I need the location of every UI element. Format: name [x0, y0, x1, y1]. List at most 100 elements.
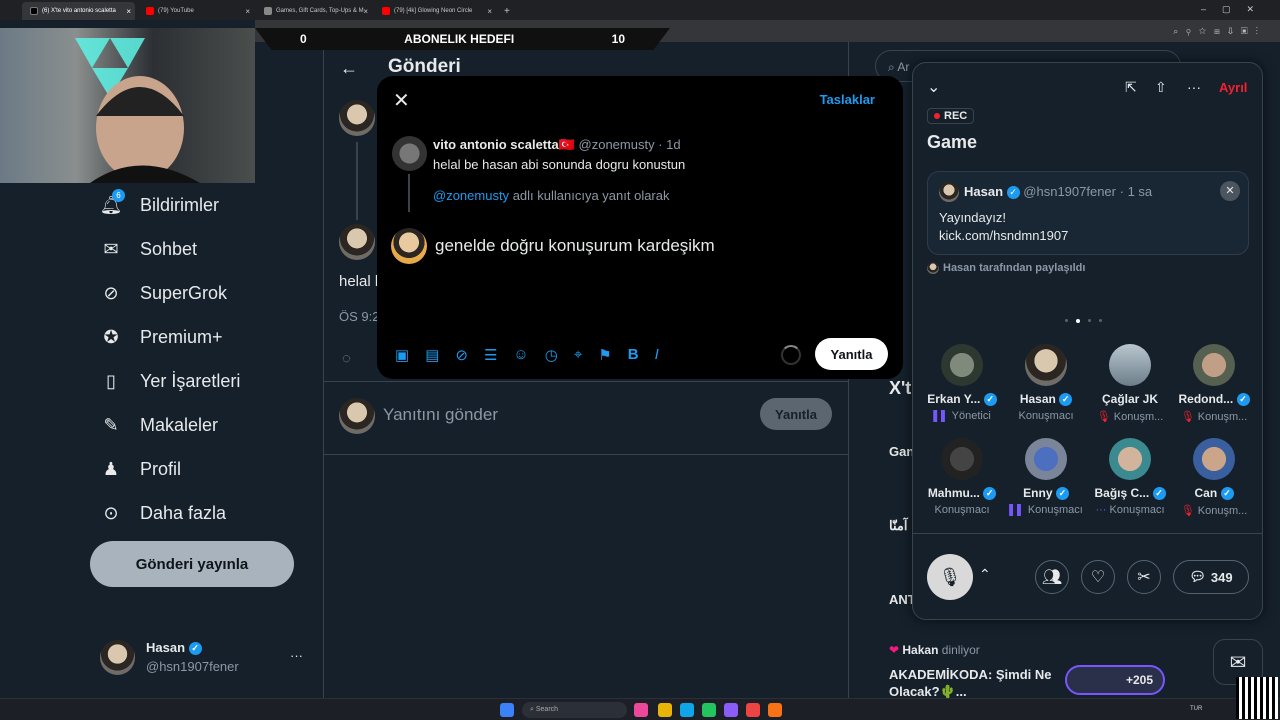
toolbar-icons[interactable]: ⌕⚲☆⊞⇩▣⋮	[1173, 26, 1266, 37]
verified-icon: ✪	[103, 326, 119, 347]
participant-role: Konuşmacı	[934, 504, 990, 517]
browser-tab-x[interactable]: (6) X'te vito antonio scaletta ×	[22, 2, 135, 20]
share-icon[interactable]: ⇧	[1155, 79, 1167, 96]
account-more-icon[interactable]: ···	[290, 648, 303, 663]
account-avatar[interactable]	[100, 640, 135, 675]
trend-snippet[interactable]: Gan	[889, 444, 914, 459]
poll-icon[interactable]: ☰	[484, 346, 497, 364]
sidebar-item-label: Bildirimler	[140, 194, 220, 215]
avatar[interactable]	[339, 224, 375, 260]
account-name[interactable]: Hasan ✓	[146, 640, 202, 656]
sidebar-item-articles[interactable]: ✎ Makaleler	[100, 403, 218, 447]
windows-start-icon[interactable]	[500, 703, 514, 717]
close-tab-icon[interactable]: ×	[487, 7, 492, 16]
publish-post-button[interactable]: Gönderi yayınla	[90, 541, 294, 587]
participant[interactable]: Mahmu... ✓ Konuşmacı	[919, 438, 1005, 516]
compose-input[interactable]: genelde doğru konuşurum kardeşikm	[435, 236, 715, 256]
browser-tab-youtube[interactable]: (79) YouTube ×	[138, 2, 254, 20]
grok-icon[interactable]: ⊘	[455, 346, 468, 364]
pager-dot[interactable]	[1088, 319, 1091, 322]
collapse-icon[interactable]: ⇱	[1125, 79, 1137, 96]
participant[interactable]: Çağlar JK 🎙︎ Konuşm...	[1087, 344, 1173, 423]
pager-dot[interactable]	[1065, 319, 1068, 322]
language-indicator[interactable]: TUR	[1190, 706, 1202, 712]
chevron-down-icon[interactable]: ⌄	[927, 77, 940, 97]
file-explorer-icon[interactable]	[658, 703, 672, 717]
unpin-close-icon[interactable]: ✕	[1220, 181, 1240, 201]
close-tab-icon[interactable]: ×	[363, 7, 368, 16]
emoji-icon[interactable]: ☺	[513, 346, 528, 364]
rec-label: REC	[944, 110, 968, 122]
microphone-icon[interactable]: 🎙︎	[927, 554, 973, 600]
goal-current: 0	[300, 32, 307, 46]
clip-icon[interactable]: ✂	[1127, 560, 1161, 594]
sidebar-item-premium[interactable]: ✪ Premium+	[100, 315, 222, 359]
participant-name-text: Redond...	[1178, 392, 1234, 406]
shared-by-text: Hasan tarafından paylaşıldı	[943, 262, 1086, 274]
leave-space-button[interactable]: Ayrıl	[1219, 80, 1247, 95]
pager-dot[interactable]	[1099, 319, 1102, 322]
sidebar-item-bookmarks[interactable]: ▯ Yer İşaretleri	[100, 359, 240, 403]
sidebar-item-supergrok[interactable]: ⊘ SuperGrok	[100, 271, 227, 315]
reply-to-handle[interactable]: @zonemusty	[433, 188, 509, 203]
participant[interactable]: Enny ✓ ▌▌ Konuşmacı	[1003, 438, 1089, 516]
comments-button[interactable]: 💬︎ 349	[1173, 560, 1249, 594]
participant[interactable]: Erkan Y... ✓ ▌▌ Yönetici	[919, 344, 1005, 422]
avatar[interactable]	[339, 100, 375, 136]
app-icon[interactable]	[768, 703, 782, 717]
space-title: Game	[927, 132, 978, 152]
pinned-post[interactable]: Hasan ✓ @hsn1907fener · 1 sa ✕ Yayındayı…	[927, 171, 1249, 255]
drafts-button[interactable]: Taslaklar	[820, 92, 875, 107]
browser-tab-games[interactable]: Games, Gift Cards, Top-Ups & M ×	[256, 2, 372, 20]
listener-count-pill[interactable]: +205	[1065, 665, 1165, 695]
submit-reply-button[interactable]: Yanıtla	[815, 338, 888, 370]
reply-button[interactable]: Yanıtla	[760, 398, 832, 430]
gif-icon[interactable]: ▤	[425, 346, 439, 364]
verified-badge-icon: ✓	[1055, 487, 1069, 501]
space-card-title[interactable]: AKADEMİKODA: Şimdi Ne Olacak?🌵...	[889, 666, 1059, 700]
participant[interactable]: Hasan ✓ Konuşmacı	[1003, 344, 1089, 422]
reaction-icon[interactable]: ♡	[1081, 560, 1115, 594]
participant[interactable]: Redond... ✓ 🎙︎ Konuşm...	[1171, 344, 1257, 423]
participant-name: Çağlar JK	[1101, 392, 1159, 406]
participant[interactable]: Bağış C... ✓ ··· Konuşmacı	[1087, 438, 1173, 516]
image-icon[interactable]: ▣	[395, 346, 409, 364]
participant-role-text: Yönetici	[951, 410, 991, 423]
store-icon[interactable]	[702, 703, 716, 717]
flag-outline-icon[interactable]: ⚑	[598, 346, 611, 364]
participant-avatar	[1025, 438, 1067, 480]
chevron-up-icon[interactable]: ⌃	[979, 566, 991, 583]
participant-name: Enny ✓	[1003, 486, 1089, 501]
sidebar-item-more[interactable]: ⊙ Daha fazla	[100, 491, 226, 535]
pager-dot-active[interactable]	[1076, 319, 1080, 323]
sidebar-item-chat[interactable]: ✉ Sohbet	[100, 227, 197, 271]
discord-icon[interactable]	[724, 703, 738, 717]
listener-count: +205	[1125, 673, 1153, 687]
close-tab-icon[interactable]: ×	[126, 7, 131, 16]
location-icon[interactable]: ⌖	[574, 346, 582, 364]
window-controls[interactable]: –▢✕	[1201, 4, 1270, 15]
chrome-icon[interactable]	[746, 703, 760, 717]
italic-icon[interactable]: I	[655, 346, 659, 364]
browser-tab-neon[interactable]: (79) [4k] Glowing Neon Circle ×	[374, 2, 496, 20]
participant-role-text: Konuşmacı	[1109, 504, 1165, 517]
bold-icon[interactable]: B	[628, 346, 639, 364]
sidebar-item-label: Makaleler	[140, 414, 219, 435]
participant[interactable]: Can ✓ 🎙︎ Konuşm...	[1171, 438, 1257, 517]
reply-input[interactable]: Yanıtını gönder	[383, 405, 498, 425]
schedule-icon[interactable]: ◷	[545, 346, 558, 364]
mic-active-icon: ▌▌	[933, 410, 949, 423]
more-icon[interactable]: ···	[1187, 79, 1201, 95]
edge-icon[interactable]	[680, 703, 694, 717]
close-icon[interactable]: ✕	[393, 88, 410, 113]
reply-icon[interactable]: ◌	[342, 350, 351, 367]
back-arrow-icon[interactable]: ←	[340, 58, 358, 79]
people-icon[interactable]: 👥︎	[1035, 560, 1069, 594]
pinned-line2[interactable]: kick.com/hsndmn1907	[939, 228, 1068, 243]
taskbar-search[interactable]: ⌕ Search	[522, 702, 627, 718]
new-tab-button[interactable]: +	[496, 2, 512, 20]
sidebar-item-profile[interactable]: ♟ Profil	[100, 447, 181, 491]
app-icon[interactable]	[634, 703, 648, 717]
trend-snippet[interactable]: آمنّا	[889, 518, 907, 534]
close-tab-icon[interactable]: ×	[245, 7, 250, 16]
